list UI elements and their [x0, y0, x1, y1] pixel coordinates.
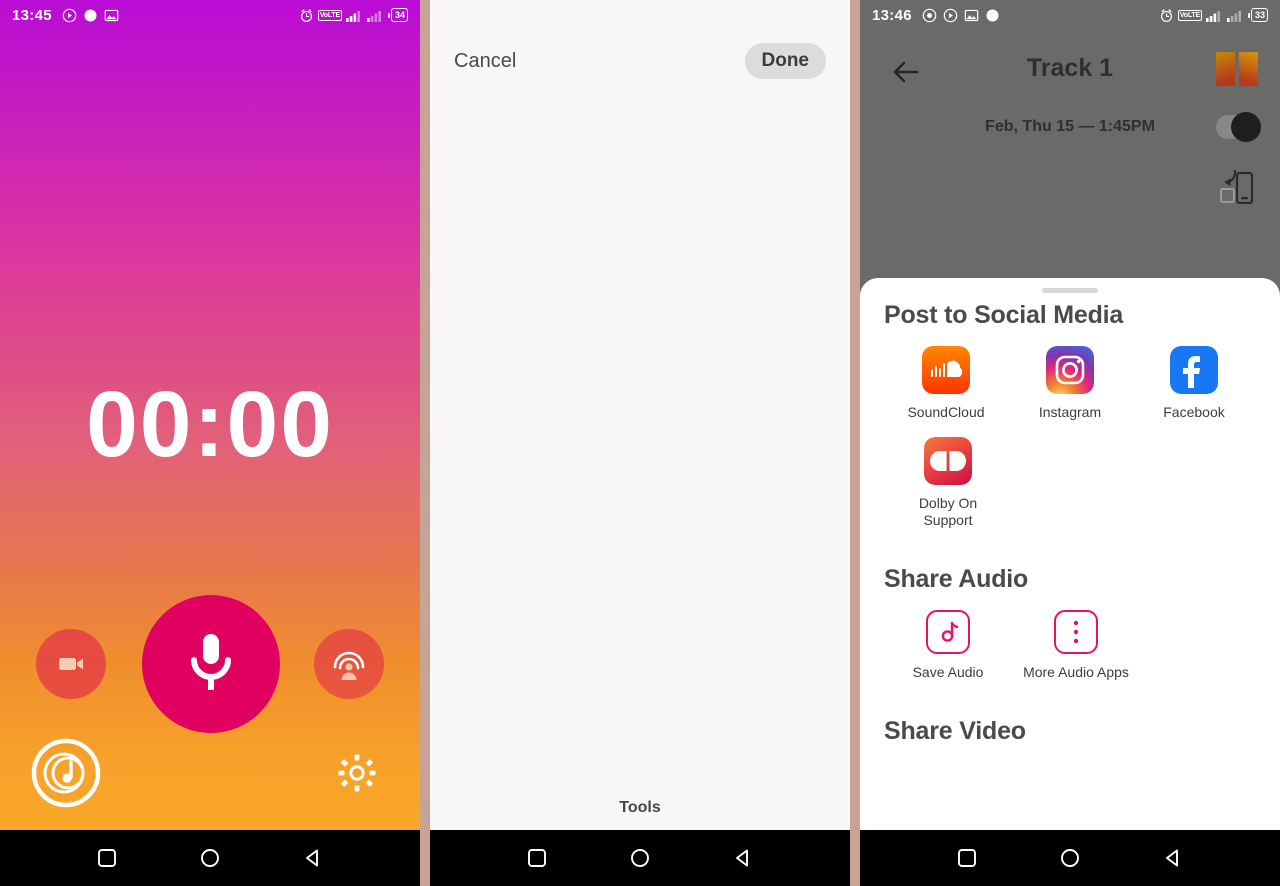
music-note-icon: [926, 610, 970, 654]
status-bar-share: 13:46 VoLTE 33: [860, 0, 1280, 30]
alarm-icon: [299, 8, 314, 23]
done-button[interactable]: Done: [744, 43, 826, 79]
three-phone-screenshots: 13:45 VoLTE 34 00:00 Cancel Done Tools 1…: [0, 0, 1280, 886]
battery-nub: [1247, 12, 1250, 18]
section-heading-social: Post to Social Media: [884, 301, 1124, 329]
alarm-icon: [1159, 8, 1174, 23]
video-record-button[interactable]: [36, 629, 106, 699]
recents-button[interactable]: [94, 845, 120, 871]
cast-to-device-icon[interactable]: [1218, 168, 1258, 206]
toggle-knob: [1231, 112, 1261, 142]
track-header: Track 1: [860, 40, 1280, 110]
android-navbar-1: [0, 830, 420, 886]
battery-level: 33: [1250, 8, 1268, 22]
live-broadcast-button[interactable]: [314, 629, 384, 699]
android-navbar-2: [430, 830, 850, 886]
record-timer: 00:00: [86, 372, 334, 476]
back-button[interactable]: [300, 845, 326, 871]
share-target-more-audio-apps[interactable]: More Audio Apps: [1012, 610, 1140, 681]
mic-record-button[interactable]: [142, 595, 280, 733]
live-broadcast-icon: [330, 647, 368, 681]
music-library-icon: [30, 737, 102, 809]
volte-icon: VoLTE: [1177, 9, 1202, 21]
panel-divider-right: [850, 0, 860, 886]
cancel-button[interactable]: Cancel: [454, 50, 516, 73]
recents-button[interactable]: [524, 845, 550, 871]
settings-button[interactable]: [338, 754, 378, 794]
status-bar-recorder: 13:45 VoLTE 34: [0, 0, 420, 30]
audio-app-row: Save Audio More Audio Apps: [884, 610, 1256, 681]
share-target-dolby-support[interactable]: Dolby On Support: [884, 437, 1012, 529]
dolby-support-icon: [924, 437, 972, 485]
home-button[interactable]: [1057, 845, 1083, 871]
back-button[interactable]: [1160, 845, 1186, 871]
record-dot-icon: [985, 8, 1000, 23]
record-dot-icon: [83, 8, 98, 23]
dolby-processing-toggle[interactable]: [1216, 112, 1261, 142]
play-circle-icon: [943, 8, 958, 23]
dolby-logo-icon: [1201, 52, 1273, 86]
android-navbar-3: [860, 830, 1280, 886]
battery-nub: [387, 12, 390, 18]
panel-divider-left: [420, 0, 430, 886]
recents-button[interactable]: [954, 845, 980, 871]
share-target-label: More Audio Apps: [1023, 664, 1129, 680]
status-time: 13:46: [872, 6, 912, 24]
share-target-label: Instagram: [1038, 404, 1102, 420]
tools-bar-label[interactable]: Tools: [430, 786, 850, 830]
social-app-row-2: Dolby On Support: [884, 437, 1256, 529]
gear-icon: [338, 754, 376, 792]
library-button[interactable]: [30, 737, 102, 809]
back-button[interactable]: [730, 845, 756, 871]
soundcloud-icon: [922, 346, 970, 394]
signal-2-icon: [366, 9, 384, 22]
editor-toolbar: Cancel Done: [430, 30, 850, 92]
image-icon: [964, 8, 979, 23]
more-vertical-icon: [1054, 610, 1098, 654]
signal-2-icon: [1226, 9, 1244, 22]
share-target-soundcloud[interactable]: SoundCloud: [884, 346, 1008, 421]
signal-1-icon: [345, 9, 363, 22]
play-circle-icon: [62, 8, 77, 23]
sheet-grabber[interactable]: [1042, 288, 1098, 293]
image-icon: [104, 8, 119, 23]
share-target-label: Save Audio: [912, 664, 984, 680]
home-button[interactable]: [197, 845, 223, 871]
share-target-label: SoundCloud: [907, 404, 985, 420]
share-target-label: Dolby On Support: [918, 495, 978, 528]
share-target-facebook[interactable]: Facebook: [1132, 346, 1256, 421]
volte-icon: VoLTE: [317, 9, 342, 21]
video-camera-icon: [57, 653, 85, 675]
record-circle-icon: [922, 8, 937, 23]
section-heading-share-video: Share Video: [884, 717, 1026, 745]
facebook-icon: [1170, 346, 1218, 394]
screen-editor: Cancel Done 00:05 00:06 Style: [430, 0, 850, 886]
home-button[interactable]: [627, 845, 653, 871]
share-target-instagram[interactable]: Instagram: [1008, 346, 1132, 421]
social-app-row-1: SoundCloud Instagram Facebook: [884, 346, 1256, 421]
battery-level: 34: [390, 8, 408, 22]
screen-recorder: 13:45 VoLTE 34 00:00: [0, 0, 420, 886]
signal-1-icon: [1205, 9, 1223, 22]
screen-share: 13:46 VoLTE 33 Track 1 Feb, Thu 15 — 1:4…: [860, 0, 1280, 886]
share-target-save-audio[interactable]: Save Audio: [884, 610, 1012, 681]
section-heading-share-audio: Share Audio: [884, 565, 1029, 593]
instagram-icon: [1046, 346, 1094, 394]
share-bottom-sheet: Post to Social Media SoundCloud Instagra…: [860, 278, 1280, 830]
share-target-label: Facebook: [1163, 404, 1225, 420]
status-time: 13:45: [12, 6, 52, 24]
microphone-icon: [185, 631, 237, 697]
